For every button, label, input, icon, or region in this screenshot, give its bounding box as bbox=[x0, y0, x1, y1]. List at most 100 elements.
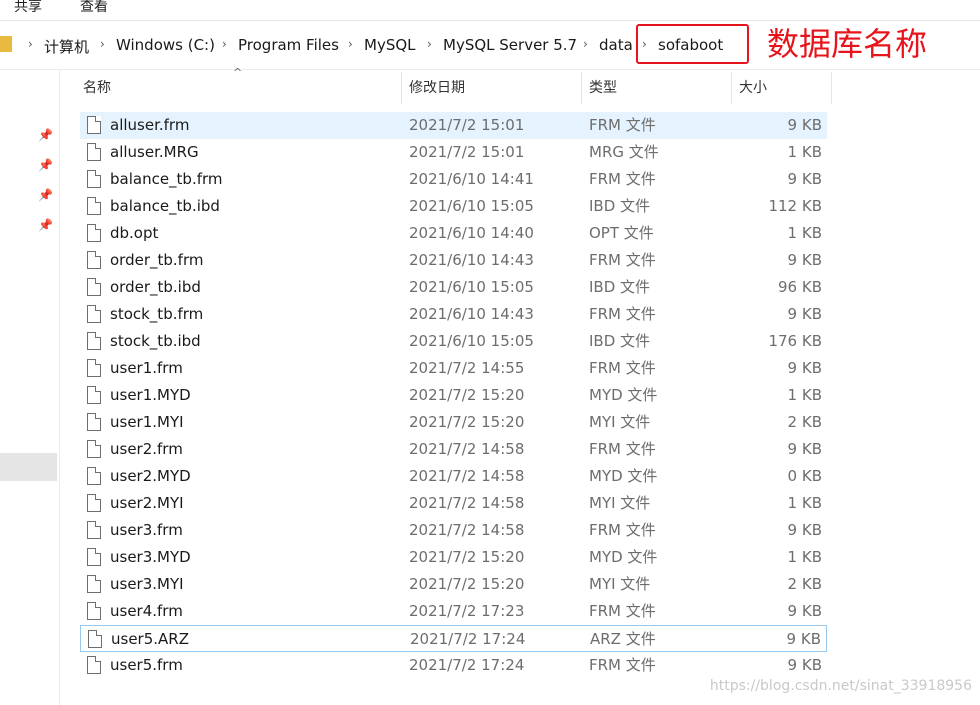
nav-selected-item[interactable] bbox=[0, 453, 57, 481]
file-icon bbox=[87, 440, 101, 458]
file-date: 2021/7/2 17:24 bbox=[409, 656, 525, 674]
chevron-right-icon[interactable]: › bbox=[100, 37, 105, 51]
file-row[interactable]: alluser.frm 2021/7/2 15:01 FRM 文件 9 KB bbox=[80, 112, 827, 139]
file-type: FRM 文件 bbox=[589, 116, 656, 134]
watermark: https://blog.csdn.net/sinat_33918956 bbox=[709, 678, 972, 694]
file-name: user3.MYI bbox=[110, 575, 184, 593]
file-row[interactable]: user3.MYI 2021/7/2 15:20 MYI 文件 2 KB bbox=[80, 571, 827, 598]
pin-icon[interactable]: 📌 bbox=[38, 218, 53, 232]
tab-view[interactable]: 查看 bbox=[80, 0, 108, 16]
file-size: 9 KB bbox=[787, 521, 822, 539]
file-type: FRM 文件 bbox=[589, 440, 656, 458]
file-row[interactable]: user3.frm 2021/7/2 14:58 FRM 文件 9 KB bbox=[80, 517, 827, 544]
file-name: user5.frm bbox=[110, 656, 183, 674]
column-divider[interactable] bbox=[581, 72, 582, 104]
column-divider[interactable] bbox=[831, 72, 832, 104]
file-row[interactable]: balance_tb.ibd 2021/6/10 15:05 IBD 文件 112 K… bbox=[80, 193, 827, 220]
file-date: 2021/7/2 17:23 bbox=[409, 602, 525, 620]
file-row[interactable]: stock_tb.frm 2021/6/10 14:43 FRM 文件 9 KB bbox=[80, 301, 827, 328]
folder-icon bbox=[0, 36, 12, 52]
file-row[interactable]: user3.MYD 2021/7/2 15:20 MYD 文件 1 KB bbox=[80, 544, 827, 571]
file-row[interactable]: user1.frm 2021/7/2 14:55 FRM 文件 9 KB bbox=[80, 355, 827, 382]
file-size: 9 KB bbox=[787, 251, 822, 269]
file-icon bbox=[87, 332, 101, 350]
pin-icon[interactable]: 📌 bbox=[38, 158, 53, 172]
file-size: 2 KB bbox=[787, 413, 822, 431]
file-size: 9 KB bbox=[786, 630, 821, 648]
file-date: 2021/7/2 15:20 bbox=[409, 386, 525, 404]
column-header-date[interactable]: 修改日期 bbox=[409, 72, 465, 104]
navigation-pane[interactable]: 📌 📌 📌 📌 bbox=[0, 70, 60, 705]
file-type: MYI 文件 bbox=[589, 575, 651, 593]
file-size: 9 KB bbox=[787, 440, 822, 458]
file-row[interactable]: order_tb.frm 2021/6/10 14:43 FRM 文件 9 KB bbox=[80, 247, 827, 274]
file-row[interactable]: user2.frm 2021/7/2 14:58 FRM 文件 9 KB bbox=[80, 436, 827, 463]
file-name: user4.frm bbox=[110, 602, 183, 620]
file-row[interactable]: user2.MYI 2021/7/2 14:58 MYI 文件 1 KB bbox=[80, 490, 827, 517]
chevron-right-icon[interactable]: › bbox=[28, 37, 33, 51]
file-type: MYD 文件 bbox=[589, 548, 658, 566]
file-name: db.opt bbox=[110, 224, 159, 242]
file-row[interactable]: stock_tb.ibd 2021/6/10 15:05 IBD 文件 176 KB bbox=[80, 328, 827, 355]
chevron-right-icon[interactable]: › bbox=[222, 37, 227, 51]
file-icon bbox=[87, 494, 101, 512]
file-date: 2021/6/10 14:43 bbox=[409, 251, 534, 269]
file-icon bbox=[87, 359, 101, 377]
file-size: 96 KB bbox=[778, 278, 822, 296]
file-icon bbox=[87, 548, 101, 566]
file-icon bbox=[87, 386, 101, 404]
file-icon bbox=[87, 467, 101, 485]
annotation-label: 数据库名称 bbox=[767, 25, 928, 63]
file-row[interactable]: balance_tb.frm 2021/6/10 14:41 FRM 文件 9 KB bbox=[80, 166, 827, 193]
file-date: 2021/7/2 15:20 bbox=[409, 548, 525, 566]
file-row[interactable]: user5.ARZ 2021/7/2 17:24 ARZ 文件 9 KB bbox=[80, 625, 827, 652]
file-type: FRM 文件 bbox=[589, 305, 656, 323]
file-size: 1 KB bbox=[787, 494, 822, 512]
breadcrumb-mysql-server[interactable]: MySQL Server 5.7 bbox=[443, 36, 577, 54]
pin-icon[interactable]: 📌 bbox=[38, 128, 53, 142]
file-date: 2021/7/2 14:58 bbox=[409, 467, 525, 485]
file-type: MYD 文件 bbox=[589, 386, 658, 404]
file-row[interactable]: user1.MYD 2021/7/2 15:20 MYD 文件 1 KB bbox=[80, 382, 827, 409]
breadcrumb-program-files[interactable]: Program Files bbox=[238, 36, 339, 54]
file-size: 1 KB bbox=[787, 143, 822, 161]
chevron-right-icon[interactable]: › bbox=[583, 37, 588, 51]
breadcrumb-drive[interactable]: Windows (C:) bbox=[116, 36, 215, 54]
column-divider[interactable] bbox=[401, 72, 402, 104]
file-name: user5.ARZ bbox=[111, 630, 189, 648]
file-size: 0 KB bbox=[787, 467, 822, 485]
chevron-right-icon[interactable]: › bbox=[427, 37, 432, 51]
file-size: 9 KB bbox=[787, 116, 822, 134]
file-name: alluser.frm bbox=[110, 116, 190, 134]
breadcrumb-mysql[interactable]: MySQL bbox=[364, 36, 416, 54]
file-row[interactable]: order_tb.ibd 2021/6/10 15:05 IBD 文件 96 KB bbox=[80, 274, 827, 301]
file-row[interactable]: db.opt 2021/6/10 14:40 OPT 文件 1 KB bbox=[80, 220, 827, 247]
column-header-size[interactable]: 大小 bbox=[739, 72, 767, 104]
breadcrumb-data[interactable]: data bbox=[599, 36, 633, 54]
column-divider[interactable] bbox=[731, 72, 732, 104]
file-icon bbox=[87, 224, 101, 242]
file-size: 176 KB bbox=[768, 332, 822, 350]
file-date: 2021/7/2 14:55 bbox=[409, 359, 525, 377]
file-row[interactable]: user2.MYD 2021/7/2 14:58 MYD 文件 0 KB bbox=[80, 463, 827, 490]
file-row[interactable]: user5.frm 2021/7/2 17:24 FRM 文件 9 KB bbox=[80, 652, 827, 679]
file-row[interactable]: alluser.MRG 2021/7/2 15:01 MRG 文件 1 KB bbox=[80, 139, 827, 166]
chevron-right-icon[interactable]: › bbox=[348, 37, 353, 51]
file-icon bbox=[87, 305, 101, 323]
file-name: user2.MYD bbox=[110, 467, 191, 485]
breadcrumb-computer[interactable]: 计算机 bbox=[44, 36, 89, 57]
file-type: FRM 文件 bbox=[589, 656, 656, 674]
file-name: user2.MYI bbox=[110, 494, 184, 512]
file-row[interactable]: user1.MYI 2021/7/2 15:20 MYI 文件 2 KB bbox=[80, 409, 827, 436]
file-size: 9 KB bbox=[787, 359, 822, 377]
column-header-type[interactable]: 类型 bbox=[589, 72, 617, 104]
pin-icon[interactable]: 📌 bbox=[38, 188, 53, 202]
file-type: IBD 文件 bbox=[589, 332, 651, 350]
file-row[interactable]: user4.frm 2021/7/2 17:23 FRM 文件 9 KB bbox=[80, 598, 827, 625]
file-icon bbox=[87, 602, 101, 620]
column-header-name[interactable]: 名称 bbox=[83, 72, 111, 104]
file-type: FRM 文件 bbox=[589, 359, 656, 377]
tab-share[interactable]: 共享 bbox=[14, 0, 42, 16]
file-name: order_tb.frm bbox=[110, 251, 204, 269]
file-size: 2 KB bbox=[787, 575, 822, 593]
